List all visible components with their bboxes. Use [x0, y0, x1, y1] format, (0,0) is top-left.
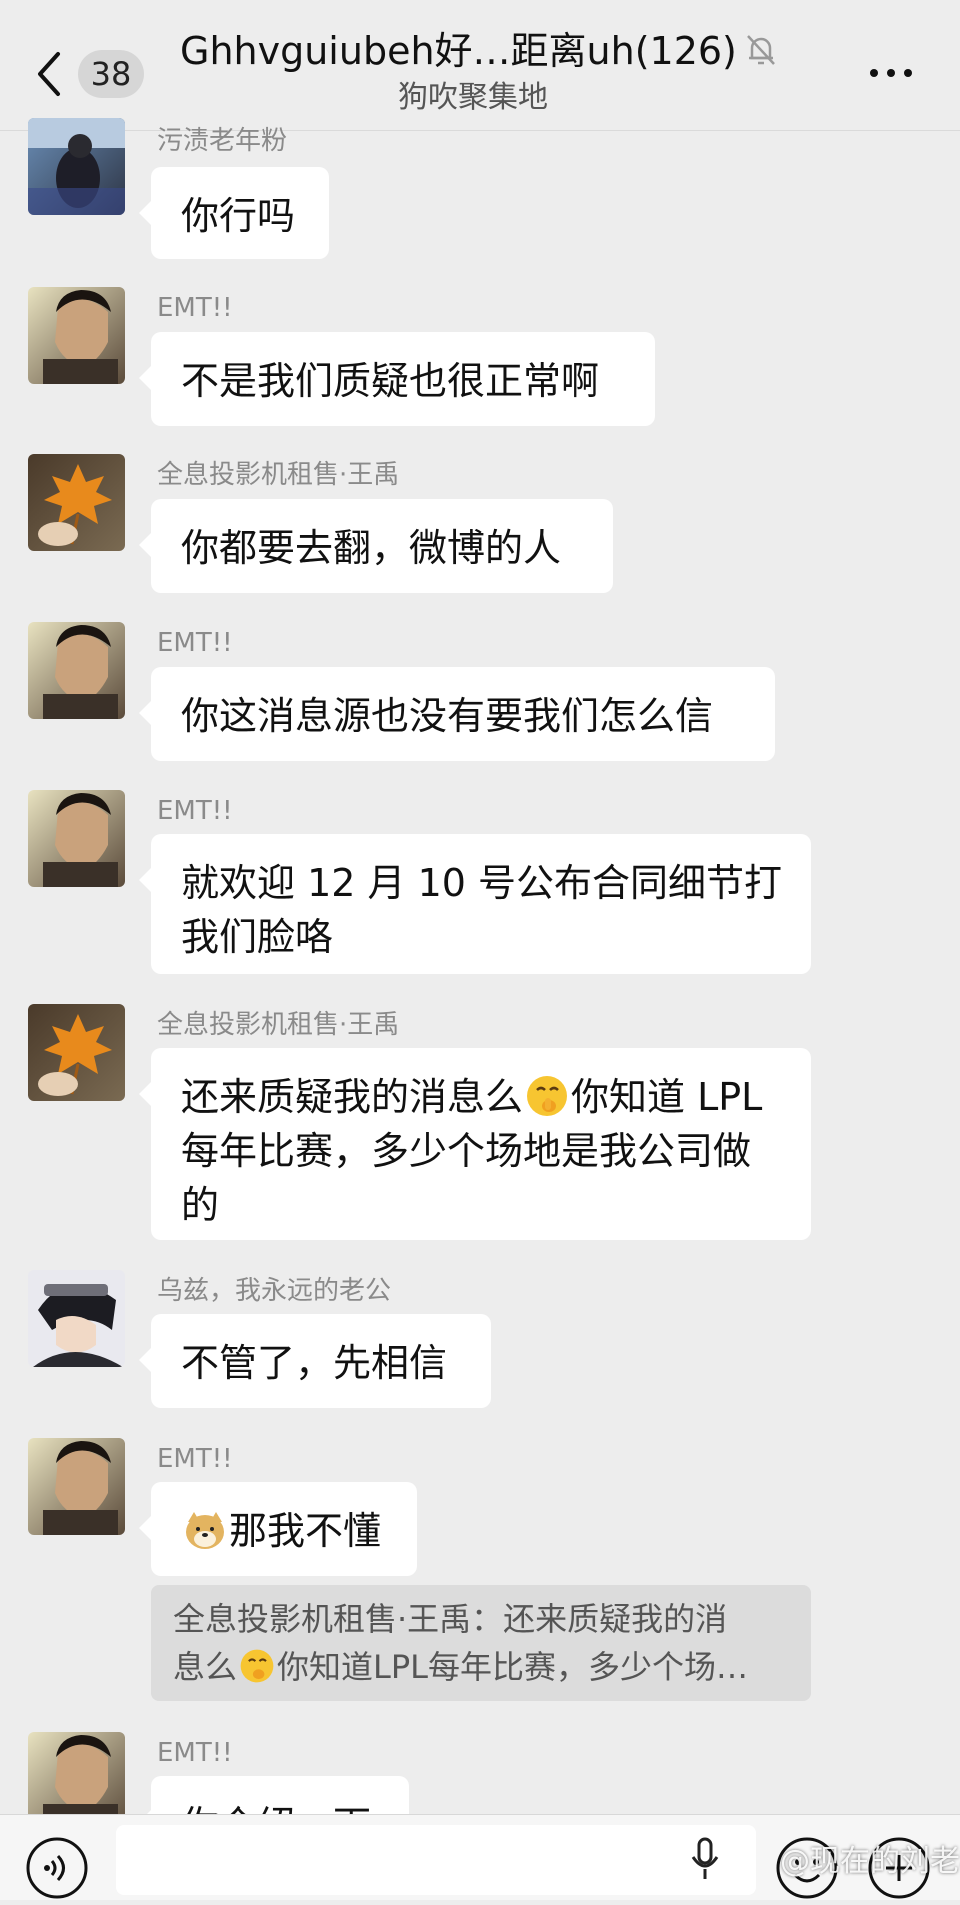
voice-wave-icon — [26, 1837, 88, 1899]
message-text-line: 就欢迎 12 月 10 号公布合同细节打 — [181, 861, 783, 905]
message-bubble[interactable]: 你行吗 — [139, 167, 329, 259]
message-text: 你都要去翻，微博的人 — [181, 526, 562, 570]
message-text: 不管了，先相信 — [181, 1341, 448, 1385]
avatar[interactable] — [28, 118, 125, 215]
back-button[interactable] — [30, 46, 70, 102]
avatar[interactable] — [28, 454, 125, 551]
avatar[interactable] — [28, 622, 125, 719]
message-text: 你知道 LPL — [571, 1075, 763, 1119]
message-text-line: 我们脸咯 — [181, 915, 334, 959]
sender-name: EMT!! — [157, 796, 233, 826]
sender-name: EMT!! — [157, 1444, 233, 1474]
muted-bell-icon — [744, 32, 778, 68]
sender-name: EMT!! — [157, 628, 233, 658]
message-bubble[interactable]: 那我不懂 — [139, 1482, 417, 1576]
message-bubble[interactable]: 你都要去翻，微博的人 — [139, 499, 613, 593]
sender-name: EMT!! — [157, 1738, 233, 1768]
sender-name: 全息投影机租售·王禹 — [157, 460, 400, 490]
unread-count-badge[interactable]: 38 — [78, 50, 144, 98]
sender-name: EMT!! — [157, 293, 233, 323]
message-bubble[interactable]: 就欢迎 12 月 10 号公布合同细节打 我们脸咯 — [139, 834, 811, 974]
shushing-face-emoji-icon — [527, 1076, 568, 1116]
more-options-button[interactable] — [868, 58, 914, 88]
quote-text-line: 息么 你知道LPL每年比赛，多少个场… — [173, 1643, 789, 1691]
chat-header: 38 Ghhvguiubeh好…距离uh(126) 狗吹聚集地 — [0, 0, 960, 132]
message-bubble[interactable]: 还来质疑我的消息么 你知道 LPL 每年比赛，多少个场地是我公司做 的 — [139, 1048, 811, 1240]
header-divider — [0, 130, 960, 131]
message-text-line: 的 — [181, 1183, 220, 1227]
message-bubble[interactable]: 你这消息源也没有要我们怎么信 — [139, 667, 775, 761]
weibo-watermark: @现在的刘老板 — [780, 1844, 960, 1879]
avatar[interactable] — [28, 1438, 125, 1535]
more-dots-icon — [870, 69, 912, 77]
message-bubble[interactable]: 不是我们质疑也很正常啊 — [139, 332, 655, 426]
quoted-reply[interactable]: 全息投影机租售·王禹：还来质疑我的消 息么 你知道LPL每年比赛，多少个场… — [151, 1585, 811, 1701]
avatar[interactable] — [28, 1270, 125, 1367]
message-text-line: 每年比赛，多少个场地是我公司做 — [181, 1129, 752, 1173]
message-text: 你这消息源也没有要我们怎么信 — [181, 694, 714, 738]
message-text: 还来质疑我的消息么 — [181, 1075, 524, 1119]
microphone-icon[interactable] — [690, 1837, 720, 1881]
quote-text-line: 全息投影机租售·王禹：还来质疑我的消 — [173, 1600, 728, 1638]
message-text: 你行吗 — [181, 194, 296, 238]
avatar[interactable] — [28, 1004, 125, 1101]
sender-name: 污渍老年粉 — [157, 126, 288, 156]
message-text: 不是我们质疑也很正常啊 — [181, 359, 600, 403]
quote-text: 息么 — [173, 1648, 238, 1686]
message-text-line: 还来质疑我的消息么 你知道 LPL — [181, 1070, 783, 1124]
avatar[interactable] — [28, 790, 125, 887]
message-bubble[interactable]: 不管了，先相信 — [139, 1314, 491, 1408]
message-text: 那我不懂 — [229, 1509, 382, 1553]
sender-name: 乌兹，我永远的老公 — [157, 1276, 392, 1306]
sender-name: 全息投影机租售·王禹 — [157, 1010, 400, 1040]
voice-input-button[interactable] — [24, 1835, 90, 1901]
doge-emoji-icon — [186, 1512, 224, 1549]
chat-title: Ghhvguiubeh好…距离uh(126) — [180, 29, 737, 73]
avatar[interactable] — [28, 287, 125, 384]
chevron-left-icon — [38, 52, 60, 96]
shushing-face-emoji-icon — [240, 1649, 274, 1683]
message-text-input[interactable] — [116, 1825, 756, 1895]
quote-text: 你知道LPL每年比赛，多少个场… — [277, 1648, 748, 1686]
chat-subtitle: 狗吹聚集地 — [398, 80, 548, 115]
